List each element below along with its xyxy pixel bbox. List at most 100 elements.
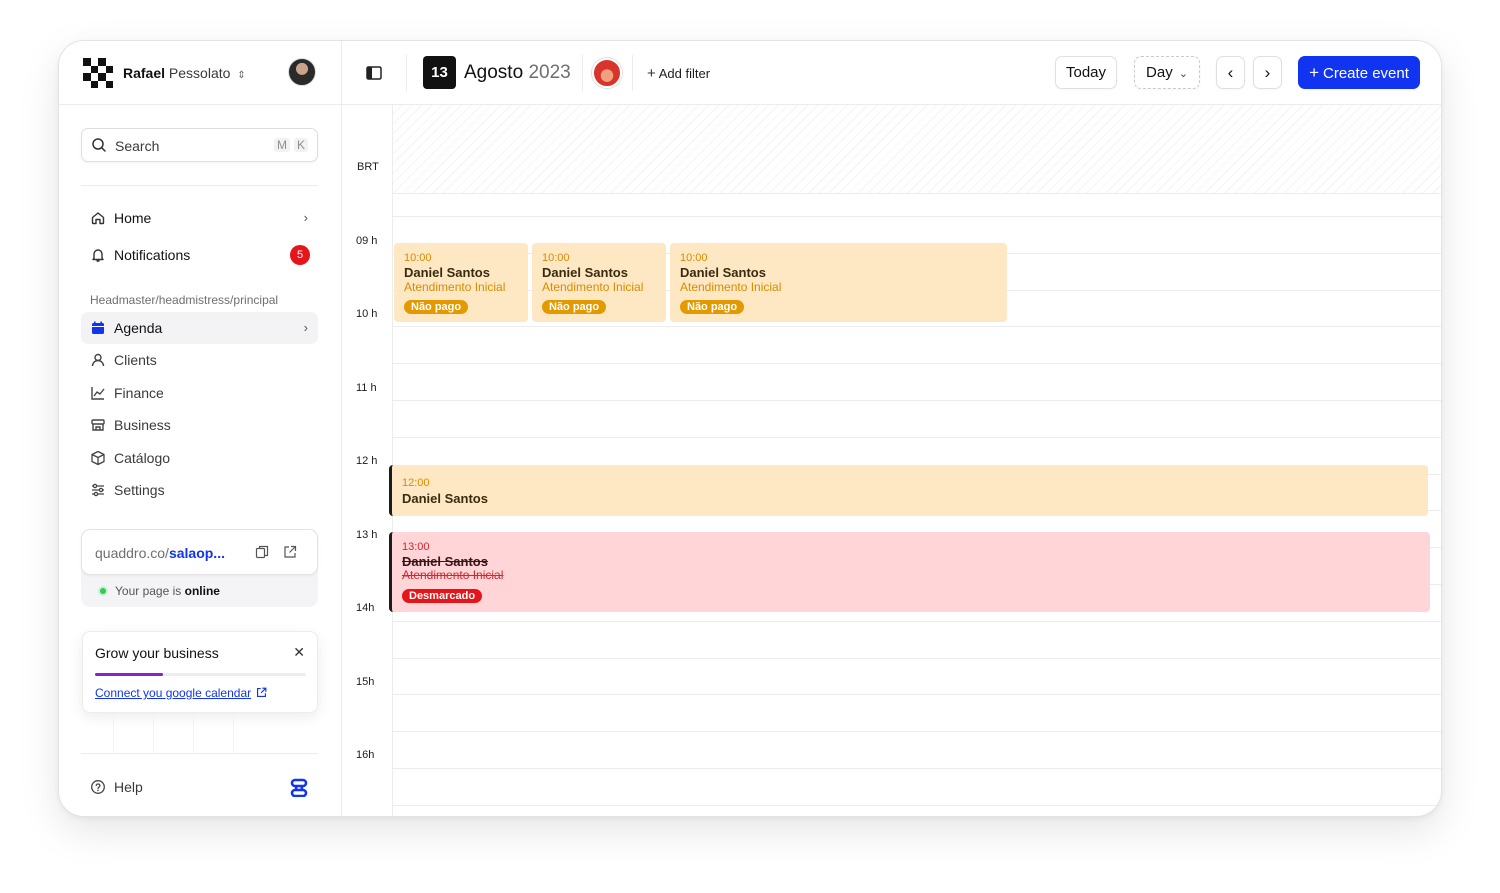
support-chat-icon[interactable] [289, 777, 309, 797]
plus-icon: + [647, 65, 656, 82]
nav-label: Agenda [114, 320, 163, 336]
copy-icon[interactable] [255, 545, 269, 559]
help-icon [91, 780, 105, 794]
url-slug: salaop... [168, 545, 225, 561]
nav-label: Catálogo [114, 450, 171, 466]
event-time: 10:00 [404, 252, 432, 264]
sidebar-toggle-icon[interactable] [366, 66, 382, 80]
grow-title: Grow your business [95, 645, 219, 661]
app-window: Rafael Pessolato ⇕ Search M K Home › Not… [58, 40, 1442, 817]
nav-label: Business [114, 417, 171, 433]
event-time: 13:00 [402, 541, 430, 553]
nav-label: Finance [114, 385, 164, 401]
divider [406, 55, 407, 91]
nav-label: Clients [114, 352, 157, 368]
search-input[interactable]: Search M K [81, 128, 318, 162]
public-page-card: quaddro.co/salaop... Your page is online [81, 529, 318, 607]
shortcut-key: M [274, 138, 290, 152]
page-status: Your page is online [100, 584, 220, 598]
online-status-dot [100, 588, 106, 594]
nav-catalogo[interactable]: Catálogo [81, 442, 318, 474]
nav-agenda[interactable]: Agenda › [81, 312, 318, 344]
event-client-name: Daniel Santos [402, 491, 488, 506]
grid-line [393, 216, 1441, 217]
sidebar-header: Rafael Pessolato ⇕ [59, 41, 342, 105]
brand-logo[interactable] [83, 58, 113, 88]
all-day-area[interactable] [393, 105, 1441, 194]
timezone-label: BRT [357, 161, 379, 173]
notification-count-badge: 5 [290, 245, 310, 265]
prev-day-button[interactable]: ‹ [1216, 56, 1245, 89]
event-time: 12:00 [402, 477, 430, 489]
event-card[interactable]: 12:00 Daniel Santos [389, 465, 1428, 516]
year-label: 2023 [528, 62, 571, 83]
nav-business[interactable]: Business [81, 409, 318, 441]
add-filter-button[interactable]: + Add filter [647, 65, 710, 82]
event-time: 10:00 [680, 252, 708, 264]
hour-label: 16h [356, 749, 375, 761]
user-avatar[interactable] [288, 58, 316, 86]
public-page-link-row: quaddro.co/salaop... [81, 529, 318, 575]
payment-status-badge: Não pago [542, 300, 607, 314]
event-card-cancelled[interactable]: 13:00 Daniel Santos Atendimento Inicial … [389, 532, 1430, 612]
external-link-icon[interactable] [283, 545, 297, 559]
create-event-button[interactable]: + Create event [1298, 56, 1420, 89]
help-button[interactable]: Help [81, 777, 318, 801]
current-month-label: Agosto 2023 [464, 62, 571, 84]
close-icon[interactable]: ✕ [293, 644, 305, 661]
nav-clients[interactable]: Clients [81, 344, 318, 376]
nav-label: Home [114, 210, 152, 226]
current-day-badge: 13 [423, 56, 456, 89]
grid-line [393, 400, 1441, 401]
nav-notifications[interactable]: Notifications 5 [81, 239, 318, 271]
grid-line [393, 326, 1441, 327]
shortcut-key: K [294, 138, 309, 152]
calendar-toolbar: 13 Agosto 2023 + Add filter Today Day ⌄ ‹ … [342, 41, 1441, 105]
event-card[interactable]: 10:00 Daniel Santos Atendimento Inicial … [394, 243, 528, 322]
grid-line [393, 363, 1441, 364]
professional-avatar-filter[interactable] [592, 58, 622, 88]
chevron-right-icon: › [303, 210, 308, 225]
connect-google-calendar-link[interactable]: Connect you google calendar [95, 686, 267, 700]
account-switcher[interactable]: Rafael Pessolato ⇕ [123, 65, 246, 81]
nav-label: Notifications [114, 247, 191, 263]
payment-status-badge: Não pago [680, 300, 745, 314]
chevron-updown-icon: ⇕ [237, 70, 246, 81]
event-card[interactable]: 10:00 Daniel Santos Atendimento Inicial … [532, 243, 666, 322]
cancelled-status-badge: Desmarcado [402, 589, 483, 603]
search-placeholder: Search [115, 138, 160, 154]
hour-label: 09 h [356, 235, 378, 247]
next-day-button[interactable]: › [1253, 56, 1282, 89]
chart-icon [91, 387, 105, 400]
event-client-name: Daniel Santos [542, 265, 628, 280]
event-card[interactable]: 10:00 Daniel Santos Atendimento Inicial … [670, 243, 1007, 322]
create-event-label: Create event [1323, 65, 1409, 82]
hour-label: 12 h [356, 455, 378, 467]
divider [582, 55, 583, 91]
chevron-right-icon: › [1264, 63, 1271, 82]
status-prefix: Your page is [115, 584, 185, 598]
day-grid[interactable]: 10:00 Daniel Santos Atendimento Inicial … [389, 105, 1441, 816]
sidebar: Rafael Pessolato ⇕ Search M K Home › Not… [59, 41, 342, 816]
url-prefix: quaddro.co/ [95, 545, 169, 561]
external-link-icon [257, 687, 267, 698]
box-icon [91, 450, 105, 466]
public-page-url[interactable]: quaddro.co/salaop... [95, 545, 225, 561]
event-service: Atendimento Inicial [542, 280, 644, 294]
event-client-name: Daniel Santos [402, 554, 488, 569]
sliders-icon [92, 483, 104, 497]
view-select[interactable]: Day ⌄ [1134, 56, 1200, 89]
hour-label: 13 h [356, 529, 378, 541]
search-icon [92, 138, 106, 152]
home-icon [91, 212, 105, 225]
nav-home[interactable]: Home › [81, 202, 318, 234]
today-button[interactable]: Today [1055, 56, 1117, 89]
store-icon [91, 419, 105, 431]
time-column: BRT 09 h 10 h 11 h 12 h 13 h 14h 15h 16h [342, 105, 393, 816]
nav-finance[interactable]: Finance [81, 377, 318, 409]
nav-settings[interactable]: Settings [81, 474, 318, 506]
grid-line [393, 437, 1441, 438]
link-label: Connect you google calendar [95, 686, 252, 700]
help-label: Help [114, 779, 143, 795]
hour-label: 11 h [356, 382, 377, 394]
